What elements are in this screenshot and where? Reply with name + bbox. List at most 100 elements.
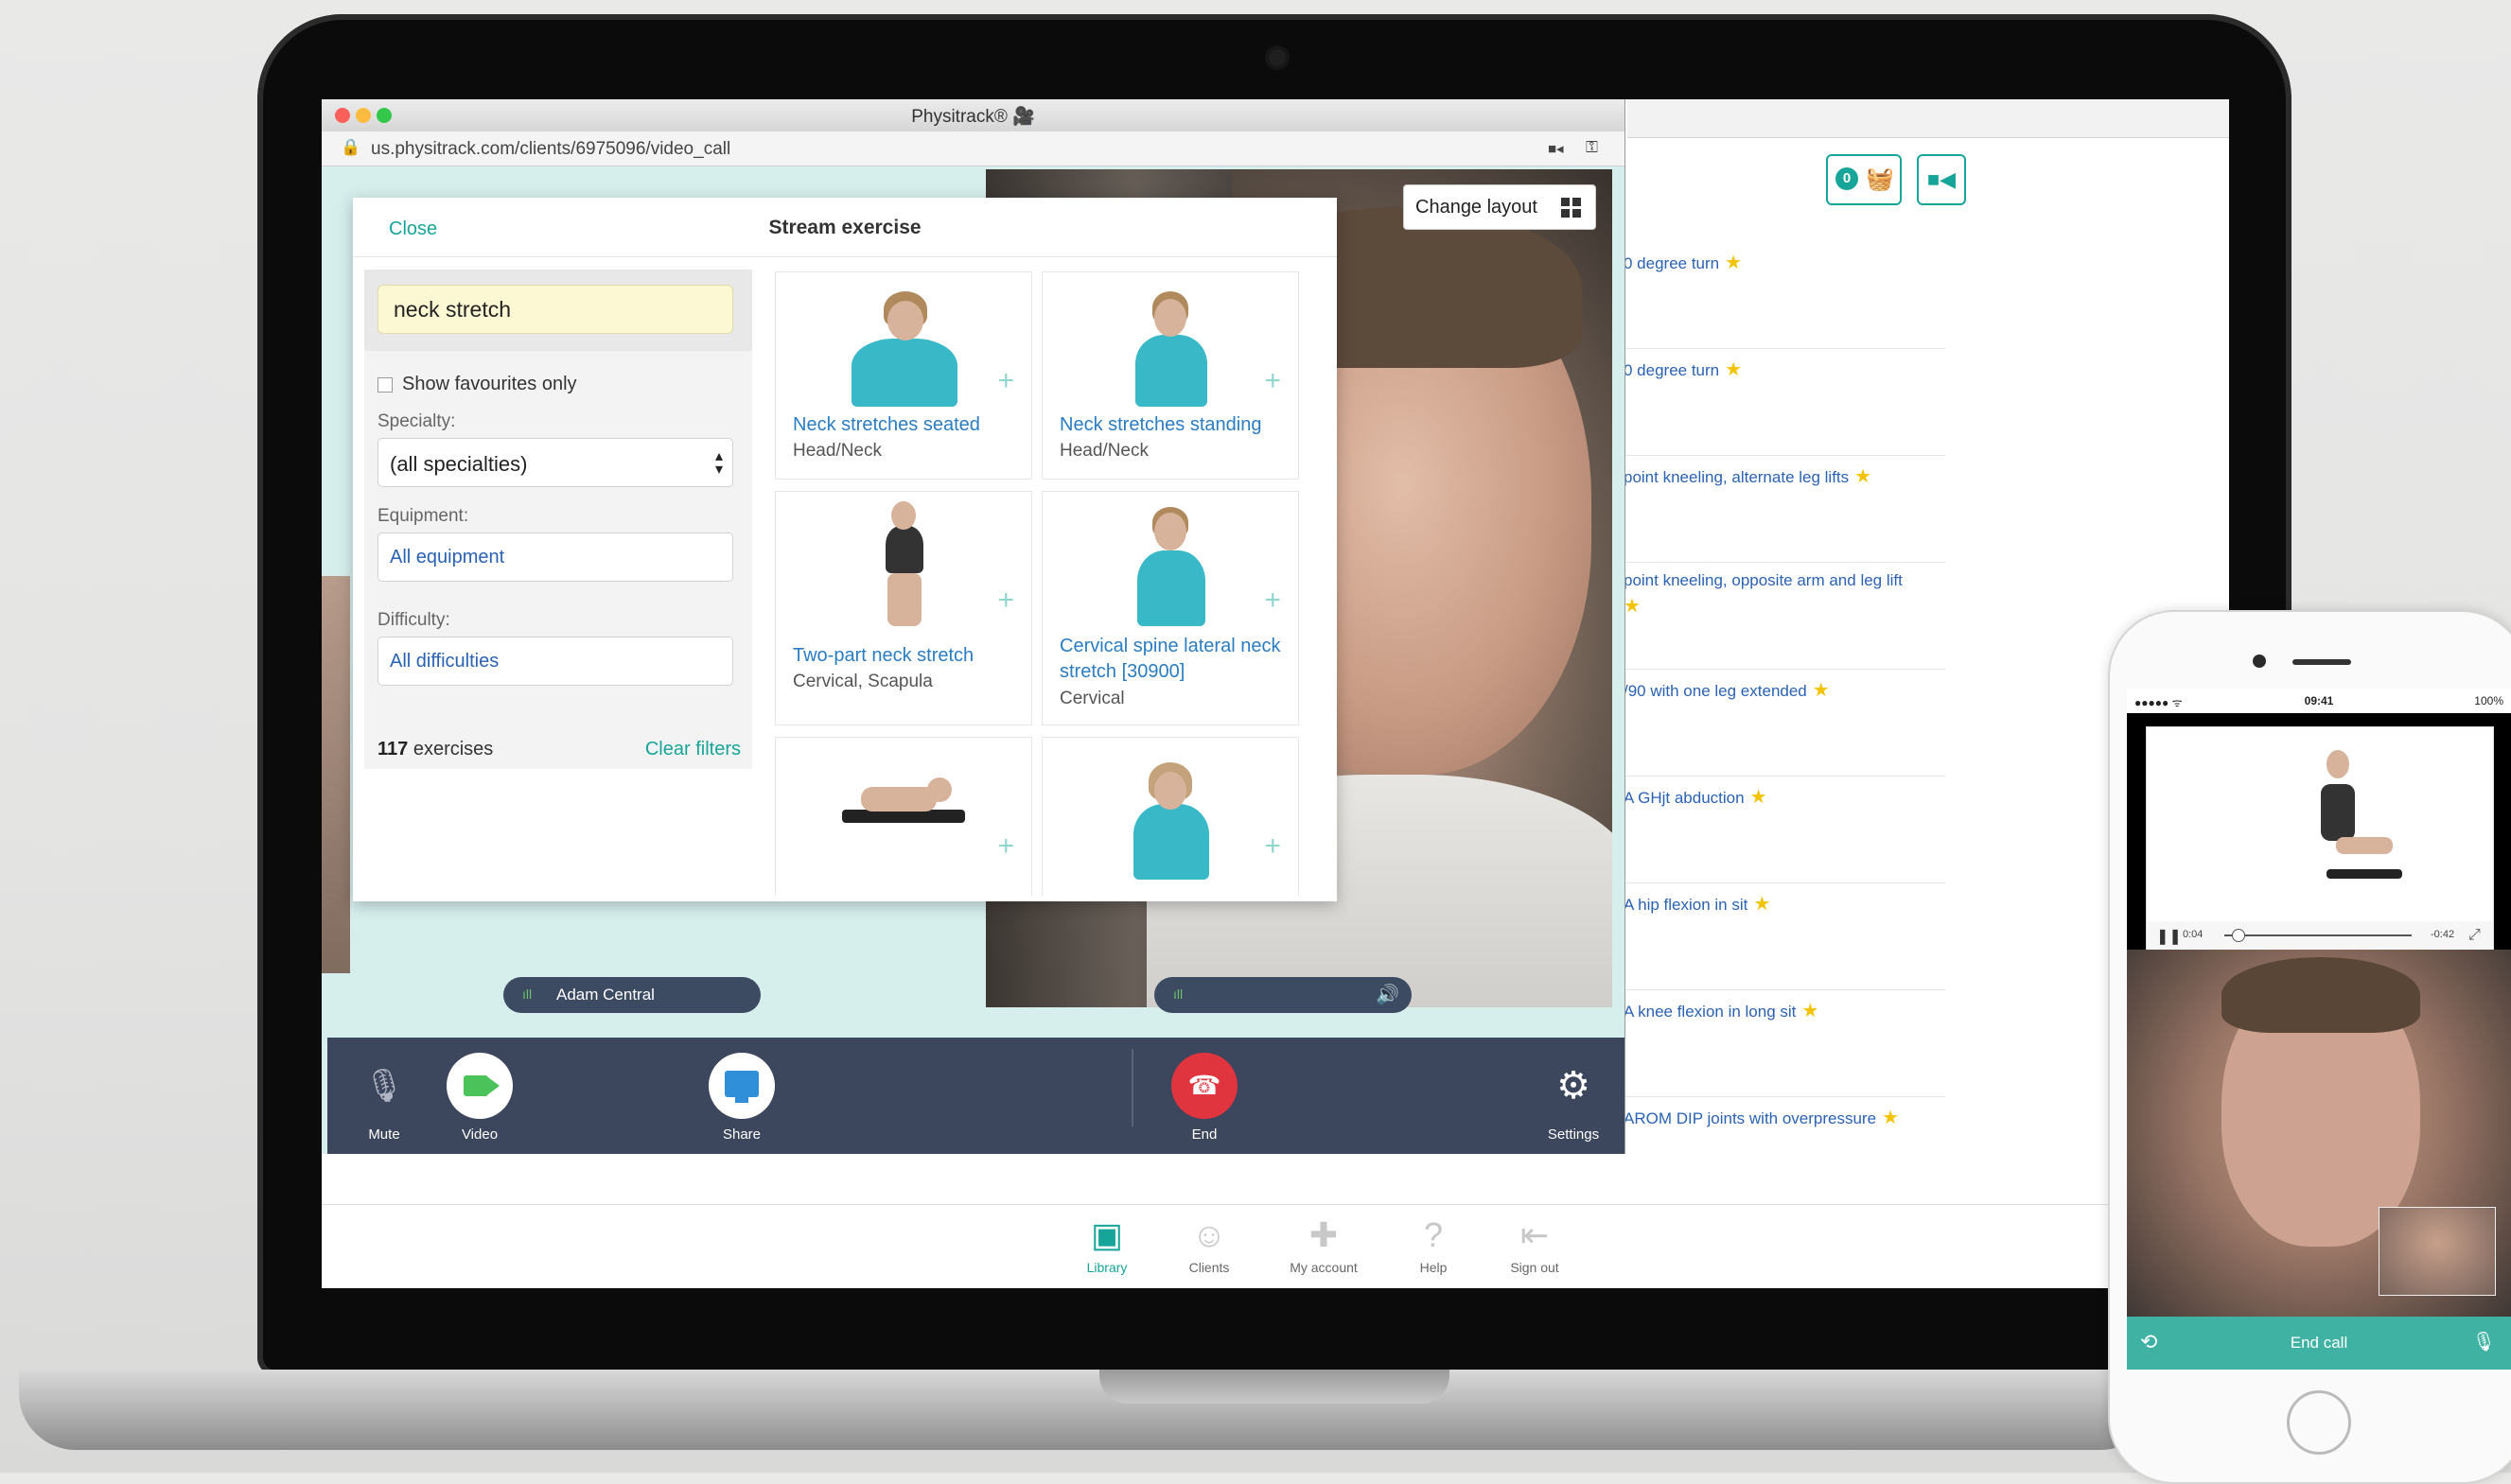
exercise-thumbnail bbox=[1043, 738, 1298, 880]
url-text[interactable]: us.physitrack.com/clients/6975096/video_… bbox=[371, 139, 730, 160]
nav-item-sign-out[interactable]: ⇤ Sign out bbox=[1487, 1214, 1582, 1275]
star-icon[interactable]: ★ bbox=[1801, 1001, 1818, 1021]
exercise-card-title[interactable]: Neck stretches standing bbox=[1060, 412, 1261, 438]
camera-permission-icon[interactable]: ■◂ bbox=[1548, 140, 1564, 157]
phone-home-button[interactable] bbox=[2287, 1390, 2351, 1455]
nav-item-my-account[interactable]: ✚ My account bbox=[1276, 1214, 1371, 1275]
exercise-name[interactable]: /90 with one leg extended bbox=[1624, 682, 1807, 700]
exercise-thumbnail bbox=[776, 738, 1031, 880]
exercise-name[interactable]: point kneeling, alternate leg lifts bbox=[1624, 468, 1849, 486]
gear-icon: ⚙ bbox=[1556, 1065, 1590, 1107]
list-item[interactable]: A hip flexion in sit ★ bbox=[1624, 882, 1945, 990]
video-button[interactable]: Video bbox=[437, 1053, 522, 1143]
add-icon[interactable]: + bbox=[997, 586, 1014, 615]
exercise-card[interactable]: + bbox=[1042, 737, 1299, 896]
exercise-card[interactable]: + bbox=[775, 737, 1032, 896]
change-layout-button[interactable]: Change layout bbox=[1403, 184, 1596, 230]
end-call-button[interactable]: ☎ End bbox=[1162, 1053, 1247, 1143]
nav-label: Sign out bbox=[1510, 1260, 1559, 1275]
mute-button[interactable]: 🎙 Mute bbox=[342, 1053, 427, 1143]
window-titlebar: Physitrack® 🎥 bbox=[322, 99, 1624, 132]
list-item[interactable]: AROM DIP joints with overpressure ★ bbox=[1624, 1096, 1945, 1203]
seek-knob[interactable] bbox=[2232, 929, 2245, 942]
expand-icon[interactable]: ⤢ bbox=[2468, 927, 2481, 944]
background-browser-toolbar: ☆ ▣ ▦ ▢ ⋮ bbox=[1627, 99, 2229, 138]
search-input[interactable] bbox=[378, 285, 733, 334]
modal-header: Stream exercise Close bbox=[353, 198, 1337, 257]
add-icon[interactable]: + bbox=[997, 832, 1014, 861]
favourites-label[interactable]: Show favourites only bbox=[402, 374, 577, 395]
star-icon[interactable]: ★ bbox=[1725, 253, 1742, 273]
add-icon[interactable]: + bbox=[1264, 367, 1281, 395]
window-title: Physitrack® 🎥 bbox=[911, 107, 1035, 127]
exercise-results-grid: + Neck stretches seated Head/Neck + Neck… bbox=[775, 271, 1314, 896]
specialty-select[interactable]: (all specialties) ▴ ▾ bbox=[378, 438, 733, 487]
exercise-card[interactable]: + Neck stretches standing Head/Neck bbox=[1042, 271, 1299, 480]
basket-count-badge: 0 bbox=[1835, 167, 1858, 190]
nav-label: Help bbox=[1419, 1260, 1448, 1275]
laptop-camera bbox=[1269, 49, 1286, 66]
exercise-card-title[interactable]: Cervical spine lateral neck stretch [309… bbox=[1060, 634, 1287, 685]
exercise-card-title[interactable]: Two-part neck stretch bbox=[793, 643, 974, 669]
star-icon[interactable]: ★ bbox=[1813, 680, 1830, 701]
add-icon[interactable]: + bbox=[997, 367, 1014, 395]
equipment-field[interactable]: All equipment bbox=[378, 532, 733, 582]
nav-label: Clients bbox=[1188, 1260, 1230, 1275]
list-item[interactable]: point kneeling, opposite arm and leg lif… bbox=[1624, 562, 1945, 670]
sign-out-icon: ⇤ bbox=[1519, 1215, 1550, 1254]
exercise-card[interactable]: + Two-part neck stretch Cervical, Scapul… bbox=[775, 491, 1032, 725]
basket-button[interactable]: 0 🧺 bbox=[1826, 154, 1902, 205]
microphone-icon[interactable]: 🎙 bbox=[2472, 1330, 2496, 1353]
exercise-name[interactable]: A hip flexion in sit bbox=[1624, 896, 1747, 914]
exercise-card[interactable]: + Neck stretches seated Head/Neck bbox=[775, 271, 1032, 480]
speaker-icon[interactable]: 🔊 bbox=[1376, 983, 1399, 1006]
close-button[interactable]: Close bbox=[389, 218, 437, 240]
nav-item-library[interactable]: ▣ Library bbox=[1060, 1214, 1154, 1275]
star-icon[interactable]: ★ bbox=[1882, 1108, 1899, 1128]
star-icon[interactable]: ★ bbox=[1854, 466, 1871, 487]
exercise-name[interactable]: 0 degree turn bbox=[1624, 361, 1719, 379]
nav-item-help[interactable]: ? Help bbox=[1386, 1214, 1481, 1275]
list-item[interactable]: A knee flexion in long sit ★ bbox=[1624, 989, 1945, 1097]
favourites-checkbox[interactable] bbox=[378, 377, 393, 393]
star-icon[interactable]: ★ bbox=[1753, 894, 1770, 915]
exercise-name[interactable]: point kneeling, opposite arm and leg lif… bbox=[1624, 571, 1903, 589]
star-icon[interactable]: ★ bbox=[1624, 594, 1641, 618]
key-icon[interactable]: ⚿ bbox=[1586, 138, 1598, 157]
difficulty-label: Difficulty: bbox=[378, 610, 450, 630]
difficulty-field[interactable]: All difficulties bbox=[378, 637, 733, 686]
share-button[interactable]: Share bbox=[699, 1053, 784, 1143]
exercise-count-suffix: exercises bbox=[408, 739, 494, 759]
exercise-name[interactable]: 0 degree turn bbox=[1624, 254, 1719, 272]
remaining-time: -0:42 bbox=[2431, 929, 2455, 940]
star-icon[interactable]: ★ bbox=[1750, 787, 1767, 808]
list-item[interactable]: 0 degree turn ★ bbox=[1624, 348, 1945, 456]
stream-exercise-modal: Stream exercise Close Show favourites on… bbox=[353, 198, 1337, 901]
exercise-card-title[interactable]: Neck stretches seated bbox=[793, 412, 980, 438]
exercise-name[interactable]: A GHjt abduction bbox=[1624, 789, 1745, 807]
clear-filters-link[interactable]: Clear filters bbox=[645, 739, 741, 760]
list-item[interactable]: A GHjt abduction ★ bbox=[1624, 776, 1945, 883]
seek-bar[interactable] bbox=[2224, 934, 2412, 936]
end-call-button[interactable]: End call bbox=[2127, 1334, 2511, 1353]
status-time: 09:41 bbox=[2304, 694, 2334, 707]
address-bar[interactable]: 🔒 us.physitrack.com/clients/6975096/vide… bbox=[322, 131, 1624, 166]
exercise-name[interactable]: A knee flexion in long sit bbox=[1624, 1003, 1796, 1021]
star-icon[interactable]: ★ bbox=[1725, 359, 1742, 380]
nav-label: Library bbox=[1086, 1260, 1128, 1275]
add-icon[interactable]: + bbox=[1264, 832, 1281, 861]
settings-label: Settings bbox=[1547, 1126, 1600, 1143]
exercise-card[interactable]: + Cervical spine lateral neck stretch [3… bbox=[1042, 491, 1299, 725]
modal-title: Stream exercise bbox=[768, 217, 922, 238]
list-item[interactable]: point kneeling, alternate leg lifts ★ bbox=[1624, 455, 1945, 563]
list-item[interactable]: 0 degree turn ★ bbox=[1624, 241, 1945, 349]
exercise-name[interactable]: AROM DIP joints with overpressure bbox=[1624, 1109, 1876, 1127]
exercise-video[interactable] bbox=[2146, 726, 2494, 923]
video-call-button[interactable]: ■◀ bbox=[1917, 154, 1966, 205]
add-icon[interactable]: + bbox=[1264, 586, 1281, 615]
equipment-label: Equipment: bbox=[378, 506, 469, 526]
nav-item-clients[interactable]: ☺ Clients bbox=[1162, 1214, 1256, 1275]
list-item[interactable]: /90 with one leg extended ★ bbox=[1624, 669, 1945, 777]
settings-button[interactable]: ⚙ Settings bbox=[1531, 1053, 1616, 1143]
pause-icon[interactable]: ❚❚ bbox=[2156, 927, 2182, 946]
